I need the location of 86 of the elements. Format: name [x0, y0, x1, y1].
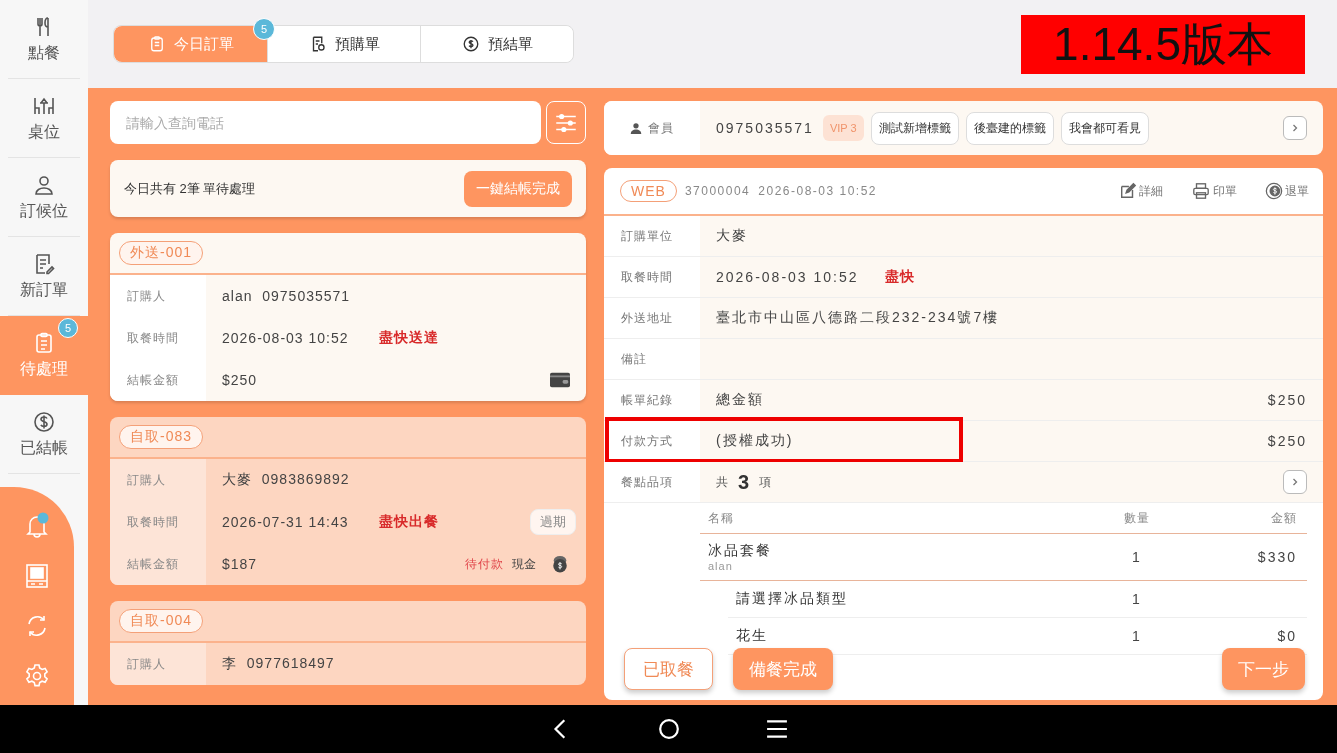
bell-icon[interactable]: [23, 512, 51, 540]
order-card[interactable]: 自取-083 訂購人 大麥 0983869892 取餐時間 2026-07-31 14:43 盡快出餐 過期 結帳金額 $187 待付款 現金: [110, 417, 586, 585]
order-datetime: 2026-08-03 10:52: [758, 184, 878, 198]
item-name: 花生: [736, 627, 769, 645]
field-value: 2026-07-31 14:43: [222, 514, 349, 530]
order-card[interactable]: 自取-004 訂購人 李 0977618497: [110, 601, 586, 685]
field-value: alan 0975035571: [222, 288, 351, 304]
version-label: 1.14.5版本: [1021, 14, 1305, 74]
field-value: 李 0977618497: [222, 655, 335, 673]
member-tag: 我會都可看見: [1060, 111, 1149, 145]
order-number: 37000004: [684, 184, 751, 198]
wallet-icon: [550, 371, 570, 389]
field-value: $187: [222, 556, 258, 572]
urgency-note: 盡快出餐: [378, 513, 439, 531]
urgency-note: 盡快送達: [378, 329, 439, 347]
sidebar-item[interactable]: 點餐: [8, 0, 80, 79]
field-value: (授權成功): [716, 432, 794, 450]
field-label: 取餐時間: [110, 501, 206, 543]
menu-icon[interactable]: [765, 718, 788, 740]
item-count: 3: [738, 470, 750, 494]
order-tag: 自取-083: [119, 425, 204, 449]
item-quantity: 1: [1131, 591, 1143, 607]
field-value: 2026-08-03 10:52: [222, 330, 349, 346]
sidebar-item[interactable]: 桌位: [8, 79, 80, 158]
member-phone: 0975035571: [716, 120, 814, 136]
dollar-icon: [32, 409, 56, 434]
chevron-right-icon: [1290, 477, 1300, 487]
field-label: 取餐時間: [110, 317, 206, 359]
field-value: 總金額: [716, 391, 764, 409]
column-header: 數量: [1123, 509, 1151, 527]
member-tag: 後臺建的標籤: [965, 111, 1054, 145]
amount: $250: [1267, 433, 1307, 449]
field-value: 2026-08-03 10:52: [716, 269, 859, 285]
printer-icon: [1191, 182, 1211, 200]
filter-button[interactable]: [546, 101, 586, 144]
home-icon[interactable]: [657, 718, 680, 740]
field-value: 臺北市中山區八德路二段232-234號7樓: [716, 309, 1000, 327]
pending-count-text: 今日共有 2筆 單待處理: [124, 179, 257, 198]
sidebar-item[interactable]: 已結帳: [8, 395, 80, 474]
field-label: 訂購人: [110, 459, 206, 501]
search-field[interactable]: 請輸入查詢電話: [110, 101, 541, 144]
chevron-right-icon: [1290, 123, 1300, 133]
coin-icon: [550, 555, 570, 573]
field-label: 結帳金額: [110, 359, 206, 401]
item-amount: $0: [1276, 628, 1298, 644]
order-card[interactable]: 外送-001 訂購人 alan 0975035571 取餐時間 2026-08-03 10:52 盡快送達 結帳金額 $250: [110, 233, 586, 401]
expand-button[interactable]: [1283, 116, 1307, 140]
item-name: 冰品套餐: [708, 542, 773, 560]
field-label: 訂購人: [110, 643, 206, 685]
urgency-note: 盡快: [884, 268, 915, 286]
sidebar-item[interactable]: 訂候位: [8, 158, 80, 237]
vip-badge: VIP 3: [822, 115, 864, 141]
payment-status: 待付款: [465, 555, 504, 573]
amount: $250: [1267, 392, 1307, 408]
edit-button[interactable]: 詳細: [1119, 182, 1163, 200]
coin-icon: [1265, 182, 1283, 200]
field-value: $250: [222, 372, 258, 388]
expand-button[interactable]: [1283, 470, 1307, 494]
order-tag: 外送-001: [119, 241, 204, 265]
item-note: alan: [708, 560, 734, 572]
count-suffix: 項: [759, 473, 772, 491]
member-label: 會員: [648, 119, 674, 137]
field-value: 大麥: [716, 227, 748, 245]
field-label: 結帳金額: [110, 543, 206, 585]
refund-button[interactable]: 退單: [1265, 182, 1309, 200]
item-amount: $330: [1256, 549, 1298, 565]
item-quantity: 1: [1131, 549, 1143, 565]
count-badge: 5: [253, 18, 275, 40]
field-label: 訂購人: [110, 275, 206, 317]
payment-method: 現金: [512, 555, 536, 573]
cash-register-icon[interactable]: [23, 562, 51, 590]
order-tag: 自取-004: [119, 609, 204, 633]
print-button[interactable]: 印單: [1191, 182, 1237, 200]
edit-icon: [1119, 182, 1137, 200]
item-quantity: 1: [1131, 628, 1143, 644]
person-icon: [630, 122, 642, 134]
count-prefix: 共: [716, 473, 728, 491]
item-name: 請選擇冰品類型: [736, 590, 849, 608]
expired-badge: 過期: [530, 509, 576, 535]
column-header: 名稱: [707, 509, 735, 527]
field-value: 大麥 0983869892: [222, 471, 350, 489]
column-header: 金額: [1270, 509, 1298, 527]
count-badge: 5: [58, 318, 78, 338]
dollar-icon: [461, 35, 480, 53]
member-tag: 測試新增標籤: [870, 111, 959, 145]
tab[interactable]: 預結單: [420, 26, 573, 62]
